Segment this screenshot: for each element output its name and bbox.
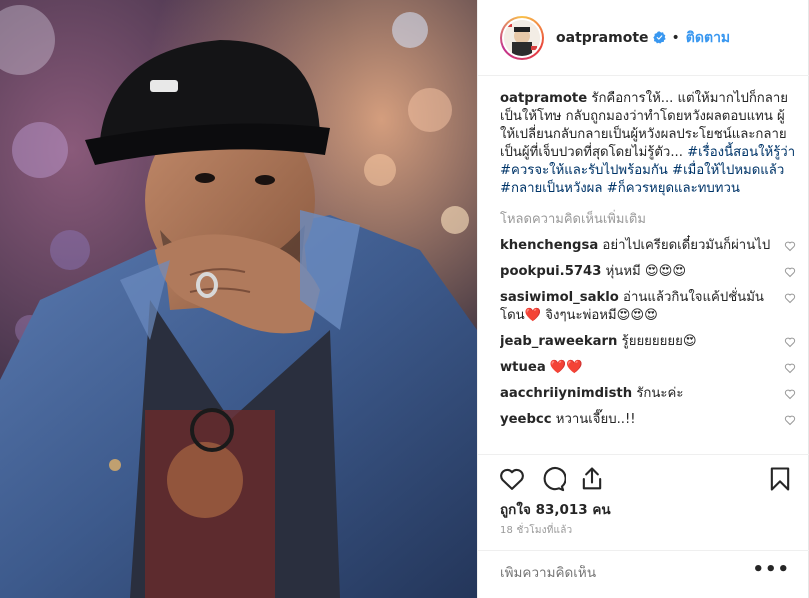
post-caption: oatpramote รักคือการให้... แต่ให้มากไปก็… [500,90,796,198]
hashtag-link[interactable]: #กลายเป็นหวังผล [500,181,603,196]
more-options-button[interactable]: ••• [752,559,790,580]
comment-text: อย่าไปเครียดเดี๋ยวมันก็ผ่านไป [602,238,771,253]
likes-number: 83,013 [535,502,588,518]
add-comment-input[interactable] [500,565,750,581]
comment-username[interactable]: aacchriiynimdisth [500,386,632,401]
hashtag-link[interactable]: #เรื่องนี้สอนให้รู้ว่า [687,145,795,160]
comments-list[interactable]: oatpramote รักคือการให้... แต่ให้มากไปก็… [500,84,796,454]
heart-outline-icon[interactable] [498,465,526,493]
post-header: oatpramote • ติดตาม [478,0,809,76]
post-sidebar: oatpramote • ติดตาม oatpramote รักคือการ… [477,0,809,598]
add-comment-bar: ••• [478,550,809,598]
follow-button[interactable]: ติดตาม [686,27,730,49]
bookmark-icon[interactable] [766,465,794,493]
verified-badge-icon [652,31,666,44]
comment-item: pookpui.5743 หุ่นหมี 😍😍😍 [500,263,796,281]
comment-like-icon[interactable] [784,240,796,252]
post-photo[interactable] [0,0,477,598]
avatar-illustration [504,19,540,56]
comment-like-icon[interactable] [784,336,796,348]
comment-text: หุ่นหมี 😍😍😍 [605,264,687,279]
photo-illustration [0,0,477,598]
comment-like-icon[interactable] [784,292,796,304]
avatar-image [504,19,540,56]
comment-bubble-icon[interactable] [538,465,566,493]
comment-like-icon[interactable] [784,414,796,426]
share-icon[interactable] [578,465,606,493]
comment-item: wtuea ❤️❤️ [500,359,796,377]
comment-text: รักนะค่ะ [636,386,684,401]
comment-username[interactable]: wtuea [500,360,546,375]
likes-prefix: ถูกใจ [500,502,531,518]
comment-text: รู้ยยยยยยย😍 [621,334,697,349]
hashtag-link[interactable]: #เมื่อให้ไปหมดแล้ว [672,163,784,178]
comment-item: khenchengsa อย่าไปเครียดเดี๋ยวมันก็ผ่านไ… [500,237,796,255]
header-separator: • [671,29,680,46]
comment-item: yeebcc หวานเจี๊ยบ..!! [500,411,796,429]
action-bar [478,454,809,502]
comment-username[interactable]: pookpui.5743 [500,264,601,279]
header-username[interactable]: oatpramote [556,30,649,46]
instagram-post: oatpramote • ติดตาม oatpramote รักคือการ… [0,0,809,598]
hashtag-link[interactable]: #ควรจะให้และรับไปพร้อมกัน [500,163,668,178]
comment-text: ❤️❤️ [549,360,583,375]
comment-username[interactable]: sasiwimol_saklo [500,290,619,305]
comment-like-icon[interactable] [784,266,796,278]
comment-username[interactable]: khenchengsa [500,238,598,253]
hashtag-link[interactable]: #ก็ควรหยุดและทบทวน [607,181,740,196]
likes-suffix: คน [592,502,611,518]
likes-count[interactable]: ถูกใจ 83,013 คน [500,498,611,520]
avatar[interactable] [500,15,544,60]
comment-item: sasiwimol_saklo อ่านแล้วกินใจแค้ปชั่นมัน… [500,289,796,325]
load-more-comments[interactable]: โหลดความคิดเห็นเพิ่มเติม [500,208,796,229]
comment-username[interactable]: yeebcc [500,412,552,427]
comment-like-icon[interactable] [784,388,796,400]
caption-username[interactable]: oatpramote [500,91,587,106]
comment-item: jeab_raweekarn รู้ยยยยยยย😍 [500,333,796,351]
post-timestamp[interactable]: 18 ชั่วโมงที่แล้ว [500,523,572,538]
comment-text: หวานเจี๊ยบ..!! [555,412,636,427]
comment-username[interactable]: jeab_raweekarn [500,334,617,349]
comment-item: aacchriiynimdisth รักนะค่ะ [500,385,796,403]
comment-like-icon[interactable] [784,362,796,374]
